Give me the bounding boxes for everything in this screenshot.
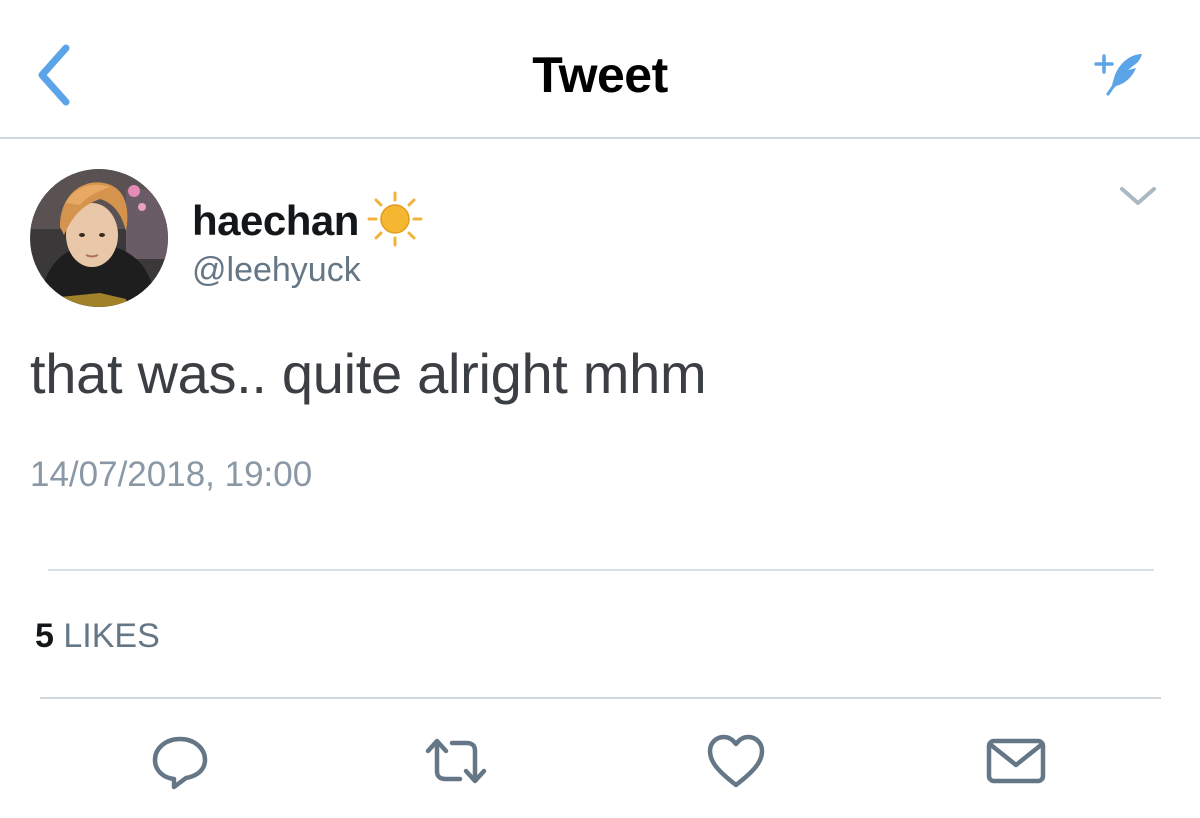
compose-tweet-button[interactable]	[1090, 48, 1148, 100]
chevron-down-icon	[1120, 187, 1156, 205]
envelope-icon	[986, 738, 1046, 784]
author-display-name[interactable]: haechan	[192, 197, 359, 245]
retweet-icon	[425, 738, 487, 784]
share-button[interactable]	[984, 729, 1048, 793]
author-handle[interactable]: @leehyuck	[192, 251, 361, 290]
reply-button[interactable]	[148, 729, 212, 793]
retweet-button[interactable]	[424, 729, 488, 793]
avatar[interactable]	[30, 169, 168, 307]
avatar-photo	[30, 169, 168, 307]
divider	[40, 697, 1161, 699]
tweet-detail: haechan @leehyuck that was.. quite alrig…	[0, 141, 1200, 818]
tweet-timestamp: 14/07/2018, 19:00	[30, 455, 313, 494]
page-title: Tweet	[532, 47, 668, 103]
heart-icon	[707, 734, 765, 788]
navbar: Tweet	[0, 0, 1200, 139]
reply-icon	[152, 736, 208, 790]
like-button[interactable]	[704, 729, 768, 793]
tweet-text: that was.. quite alright mhm	[30, 342, 707, 405]
likes-label: LIKES	[63, 617, 160, 655]
likes-count-link[interactable]: 5 LIKES	[35, 617, 160, 656]
compose-tweet-icon	[1094, 54, 1142, 96]
sun-icon	[366, 190, 424, 248]
likes-count: 5	[35, 617, 54, 655]
tweet-menu-button[interactable]	[1116, 181, 1160, 211]
divider	[48, 569, 1154, 571]
